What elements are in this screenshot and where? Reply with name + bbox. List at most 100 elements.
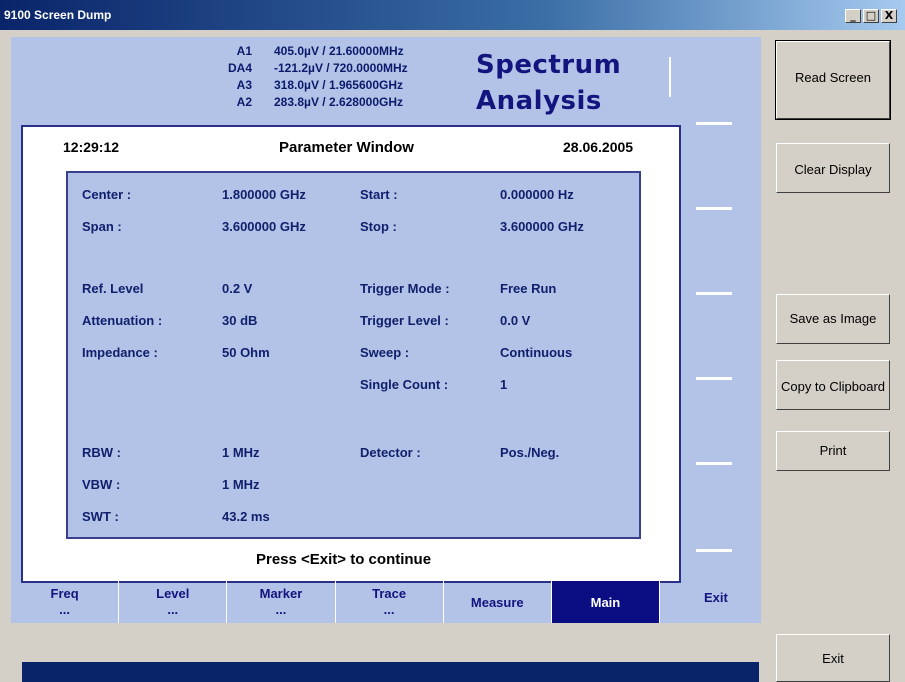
read-screen-label: Read Screen	[795, 70, 871, 85]
ref-level-value: 0.2 V	[222, 281, 253, 296]
stop-label: Stop :	[360, 219, 397, 234]
stop-value: 3.600000 GHz	[500, 219, 584, 234]
marker-row: A1 405.0µV / 21.60000MHz	[224, 43, 408, 60]
vbw-value: 1 MHz	[222, 477, 260, 492]
trigger-level-value: 0.0 V	[500, 313, 531, 328]
swt-value: 43.2 ms	[222, 509, 270, 524]
marker-readouts: A1 405.0µV / 21.60000MHz DA4 -121.2µV / 72…	[224, 43, 408, 111]
exit-button[interactable]: Exit	[776, 634, 890, 682]
trigger-mode-label: Trigger Mode :	[360, 281, 450, 296]
ref-level-label: Ref. Level	[82, 281, 144, 296]
dialog-title: Parameter Window	[279, 139, 414, 156]
softkey-marker-4[interactable]	[696, 377, 732, 380]
single-count-label: Single Count :	[360, 377, 449, 392]
headline-line1: Spectrum	[476, 50, 622, 80]
param-row: Impedance : 50 Ohm Sweep : Continuous	[68, 345, 639, 365]
mode-headline: Spectrum Analysis	[476, 47, 621, 119]
read-screen-button[interactable]: Read Screen	[775, 40, 891, 120]
print-label: Print	[819, 443, 847, 458]
marker-row: DA4 -121.2µV / 720.0000MHz	[224, 60, 408, 77]
vbw-label: VBW :	[82, 477, 121, 492]
dialog-time: 12:29:12	[63, 139, 120, 155]
softkey-marker-6[interactable]	[696, 549, 732, 552]
softkey-marker-3[interactable]	[696, 292, 732, 295]
tab-trace[interactable]: Trace...	[336, 581, 444, 623]
tab-more: ...	[167, 602, 179, 617]
maximize-button[interactable]: □	[863, 9, 879, 23]
window-title: 9100 Screen Dump	[4, 8, 112, 22]
close-button[interactable]: X	[881, 9, 897, 23]
tab-label: Main	[590, 595, 621, 610]
tab-freq[interactable]: Freq...	[11, 581, 120, 623]
attenuation-value: 30 dB	[222, 313, 258, 328]
copy-to-clipboard-button[interactable]: Copy to Clipboard	[776, 360, 890, 410]
minimize-button[interactable]: _	[845, 9, 861, 23]
impedance-label: Impedance :	[82, 345, 158, 360]
tab-label: Measure	[470, 595, 524, 610]
swt-label: SWT :	[82, 509, 119, 524]
marker-name: A3	[236, 78, 252, 92]
divider	[669, 57, 671, 97]
tab-label: Freq	[50, 586, 79, 601]
window-title-bar: 9100 Screen Dump _ □ X	[0, 0, 905, 30]
marker-name: A2	[236, 95, 252, 109]
param-row: Single Count : 1	[68, 377, 639, 397]
param-row: Attenuation : 30 dB Trigger Level : 0.0 …	[68, 313, 639, 333]
tab-more: ...	[383, 602, 395, 617]
rbw-value: 1 MHz	[222, 445, 260, 460]
trigger-mode-value: Free Run	[500, 281, 557, 296]
press-exit-hint: Press <Exit> to continue	[256, 551, 432, 568]
copy-to-clipboard-label: Copy to Clipboard	[780, 379, 886, 394]
softkey-marker-2[interactable]	[696, 207, 732, 210]
sweep-label: Sweep :	[360, 345, 410, 360]
tab-measure[interactable]: Measure	[444, 581, 552, 623]
marker-name: DA4	[227, 61, 252, 75]
span-value: 3.600000 GHz	[222, 219, 306, 234]
param-row: SWT : 43.2 ms	[68, 509, 639, 529]
exit-label: Exit	[822, 651, 844, 666]
dialog-date: 28.06.2005	[563, 139, 634, 155]
clear-display-button[interactable]: Clear Display	[776, 143, 890, 193]
span-label: Span :	[82, 219, 122, 234]
tab-label: Level	[156, 586, 190, 601]
marker-name: A1	[236, 44, 252, 58]
instrument-screen: A1 405.0µV / 21.60000MHz DA4 -121.2µV / 72…	[11, 37, 761, 623]
marker-value: 405.0µV / 21.60000MHz	[274, 44, 404, 58]
marker-row: A3 318.0µV / 1.965600GHz	[224, 77, 408, 94]
softkey-menu-bar: Freq... Level... Marker... Trace... Meas…	[11, 581, 661, 623]
headline-line2: Analysis	[476, 86, 602, 116]
impedance-value: 50 Ohm	[222, 345, 270, 360]
marker-value: -121.2µV / 720.0000MHz	[274, 61, 408, 75]
param-row: Center : 1.800000 GHz Start : 0.000000 H…	[68, 187, 639, 207]
tab-marker[interactable]: Marker...	[227, 581, 336, 623]
save-as-image-label: Save as Image	[789, 311, 877, 326]
sweep-value: Continuous	[500, 345, 573, 360]
detector-label: Detector :	[360, 445, 421, 460]
save-as-image-button[interactable]: Save as Image	[776, 294, 890, 344]
parameter-panel: Center : 1.800000 GHz Start : 0.000000 H…	[66, 171, 641, 539]
marker-value: 283.8µV / 2.628000GHz	[274, 95, 403, 109]
clear-display-label: Clear Display	[794, 162, 872, 177]
status-bar	[22, 662, 759, 682]
param-row: VBW : 1 MHz	[68, 477, 639, 497]
tab-more: ...	[59, 602, 70, 617]
softkey-marker-5[interactable]	[696, 462, 732, 465]
tab-main[interactable]: Main	[551, 581, 661, 623]
tab-level[interactable]: Level...	[119, 581, 228, 623]
start-value: 0.000000 Hz	[500, 187, 574, 202]
trigger-level-label: Trigger Level :	[360, 313, 449, 328]
center-value: 1.800000 GHz	[222, 187, 306, 202]
start-label: Start :	[360, 187, 398, 202]
param-row: Span : 3.600000 GHz Stop : 3.600000 GHz	[68, 219, 639, 239]
rbw-label: RBW :	[82, 445, 121, 460]
single-count-value: 1	[500, 377, 508, 392]
attenuation-label: Attenuation :	[82, 313, 163, 328]
center-label: Center :	[82, 187, 132, 202]
marker-value: 318.0µV / 1.965600GHz	[274, 78, 403, 92]
exit-softkey[interactable]: Exit	[704, 590, 728, 605]
softkey-marker-1[interactable]	[696, 122, 732, 125]
print-button[interactable]: Print	[776, 431, 890, 471]
parameter-window: 12:29:12 Parameter Window 28.06.2005 Cen…	[21, 125, 681, 583]
tab-label: Marker	[259, 586, 303, 601]
param-row: RBW : 1 MHz Detector : Pos./Neg.	[68, 445, 639, 465]
